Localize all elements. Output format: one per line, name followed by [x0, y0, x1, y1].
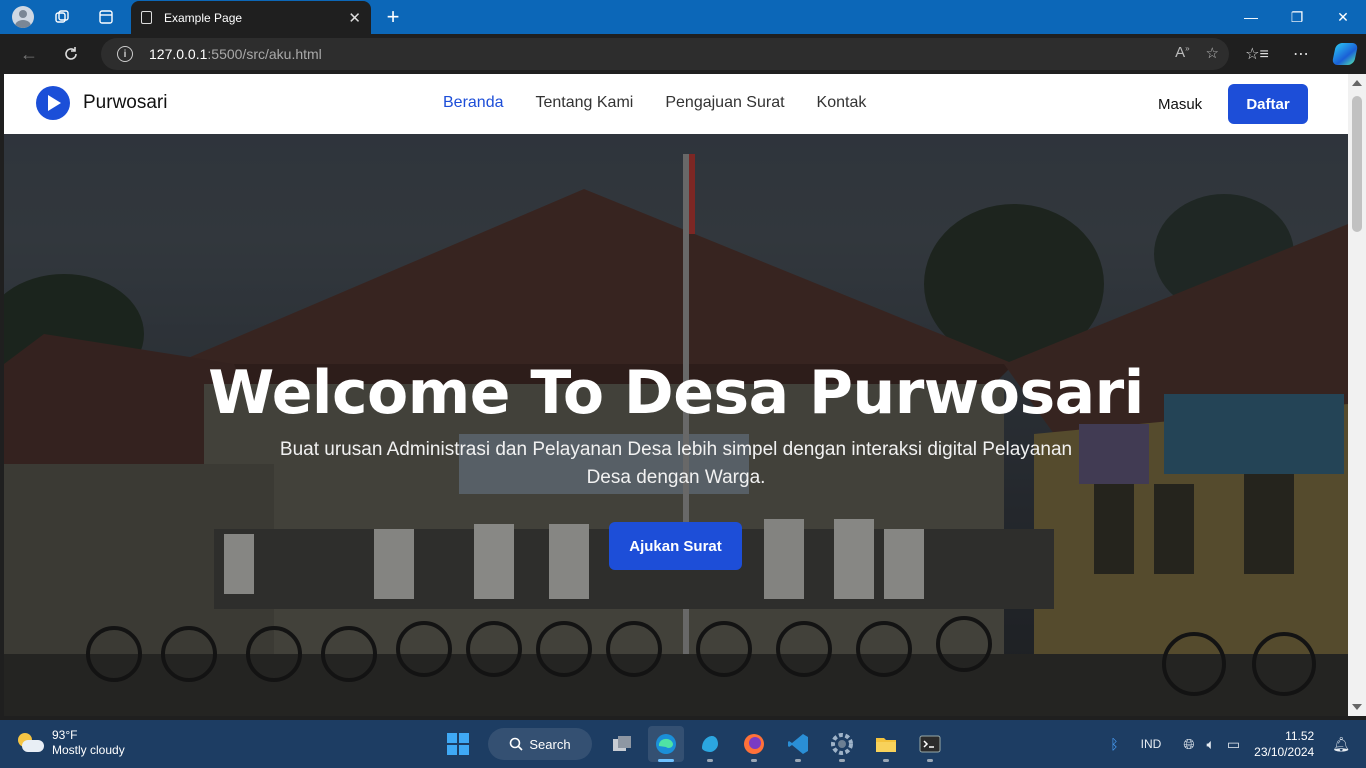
more-options-icon[interactable]: ⋯: [1286, 40, 1316, 68]
settings-app[interactable]: [824, 726, 860, 762]
taskbar-apps: Search: [440, 726, 948, 762]
new-tab-button[interactable]: +: [380, 4, 406, 30]
start-button[interactable]: [440, 726, 476, 762]
clock-date: 23/10/2024: [1254, 745, 1315, 759]
hero-content: Welcome To Desa Purwosari Buat urusan Ad…: [4, 134, 1348, 716]
browser-tab[interactable]: Example Page ✕: [131, 1, 371, 34]
brand-logo-icon: [36, 86, 70, 120]
system-tray: ᛒ IND 🌐︎ 🔈︎ ▭ 11.52 23/10/2024 🔔︎: [1104, 720, 1356, 768]
network-icon[interactable]: 🌐︎: [1183, 736, 1194, 753]
weather-desc: Mostly cloudy: [52, 743, 125, 757]
battery-icon[interactable]: ▭: [1227, 736, 1240, 753]
url-host: 127.0.0.1: [149, 46, 208, 62]
scroll-up-arrow-icon[interactable]: [1352, 80, 1362, 86]
main-menu: Beranda Tentang Kami Pengajuan Surat Kon…: [443, 94, 866, 112]
terminal-app[interactable]: [912, 726, 948, 762]
submit-letter-button[interactable]: Ajukan Surat: [609, 522, 742, 570]
profile-avatar-icon: [12, 6, 34, 28]
partly-cloudy-icon: [16, 732, 44, 754]
url-field[interactable]: i 127.0.0.1:5500/src/aku.html A» ☆: [101, 38, 1229, 70]
task-view-icon: [613, 736, 631, 751]
reload-button[interactable]: [56, 40, 86, 68]
menu-item-kontak[interactable]: Kontak: [817, 94, 867, 112]
menu-item-beranda[interactable]: Beranda: [443, 94, 504, 112]
hero-subtitle: Buat urusan Administrasi dan Pelayanan D…: [279, 439, 1073, 488]
tab-actions-icon[interactable]: [88, 0, 124, 34]
menu-item-tentang-kami[interactable]: Tentang Kami: [536, 94, 634, 112]
volume-icon[interactable]: 🔈︎: [1207, 736, 1215, 753]
edge-icon: [656, 734, 676, 754]
restore-button[interactable]: ❐: [1274, 0, 1320, 34]
windows-taskbar: 93°F Mostly cloudy Search ᛒ IND 🌐︎ 🔈︎ ▭ …: [0, 720, 1366, 768]
scrollbar-thumb[interactable]: [1352, 96, 1362, 232]
vscode-app[interactable]: [780, 726, 816, 762]
scroll-down-arrow-icon[interactable]: [1352, 704, 1362, 710]
site-navbar: Purwosari Beranda Tentang Kami Pengajuan…: [4, 74, 1348, 134]
clock[interactable]: 11.52 23/10/2024: [1254, 728, 1314, 760]
browser-titlebar: Example Page ✕ + — ❐ ✕: [0, 0, 1366, 34]
register-button[interactable]: Daftar: [1228, 84, 1308, 124]
favorites-icon[interactable]: ☆≡: [1242, 40, 1272, 68]
language-indicator[interactable]: IND: [1141, 737, 1162, 751]
read-aloud-icon[interactable]: A»: [1175, 44, 1189, 62]
copilot-icon: [1331, 43, 1359, 65]
search-label: Search: [529, 736, 571, 752]
workspaces-icon[interactable]: [44, 0, 80, 34]
firefox-app[interactable]: [736, 726, 772, 762]
copilot-button[interactable]: [1330, 40, 1360, 68]
vscode-icon: [788, 734, 808, 754]
close-tab-icon[interactable]: ✕: [348, 9, 361, 27]
hero-title: Welcome To Desa Purwosari: [208, 358, 1144, 428]
site-info-icon[interactable]: i: [117, 46, 133, 62]
settings-icon: [831, 733, 853, 755]
menu-item-pengajuan-surat[interactable]: Pengajuan Surat: [665, 94, 784, 112]
profile-button[interactable]: [0, 0, 36, 34]
firefox-icon: [744, 734, 764, 754]
login-link[interactable]: Masuk: [1158, 96, 1202, 113]
weather-temp: 93°F: [52, 728, 78, 742]
notification-bell-icon[interactable]: 🔔︎: [1332, 736, 1350, 753]
folder-icon: [876, 738, 896, 752]
weather-widget[interactable]: 93°F Mostly cloudy: [16, 728, 125, 758]
clock-time: 11.52: [1285, 729, 1315, 743]
windows-logo-icon: [447, 733, 469, 755]
tab-title: Example Page: [164, 10, 243, 25]
minimize-button[interactable]: —: [1228, 0, 1274, 34]
page-viewport: Purwosari Beranda Tentang Kami Pengajuan…: [4, 74, 1348, 716]
file-explorer-app[interactable]: [868, 726, 904, 762]
app-store-icon: [702, 736, 718, 752]
search-icon: [510, 737, 523, 751]
favorite-star-icon[interactable]: ☆: [1206, 44, 1219, 62]
edge-app[interactable]: [648, 726, 684, 762]
terminal-icon: [919, 735, 941, 753]
hero-section: Welcome To Desa Purwosari Buat urusan Ad…: [4, 134, 1348, 716]
page-scrollbar[interactable]: [1348, 74, 1366, 716]
address-bar-row: ← i 127.0.0.1:5500/src/aku.html A» ☆ ☆≡ …: [0, 34, 1366, 74]
back-button[interactable]: ←: [14, 40, 44, 68]
bluetooth-icon[interactable]: ᛒ: [1110, 736, 1118, 752]
page-icon: [141, 11, 152, 24]
close-window-button[interactable]: ✕: [1320, 0, 1366, 34]
url-path: :5500/src/aku.html: [207, 46, 322, 62]
taskbar-search[interactable]: Search: [488, 728, 592, 760]
task-view-button[interactable]: [604, 726, 640, 762]
store-app[interactable]: [692, 726, 728, 762]
brand-name: Purwosari: [83, 92, 168, 113]
brand[interactable]: Purwosari: [36, 86, 167, 120]
